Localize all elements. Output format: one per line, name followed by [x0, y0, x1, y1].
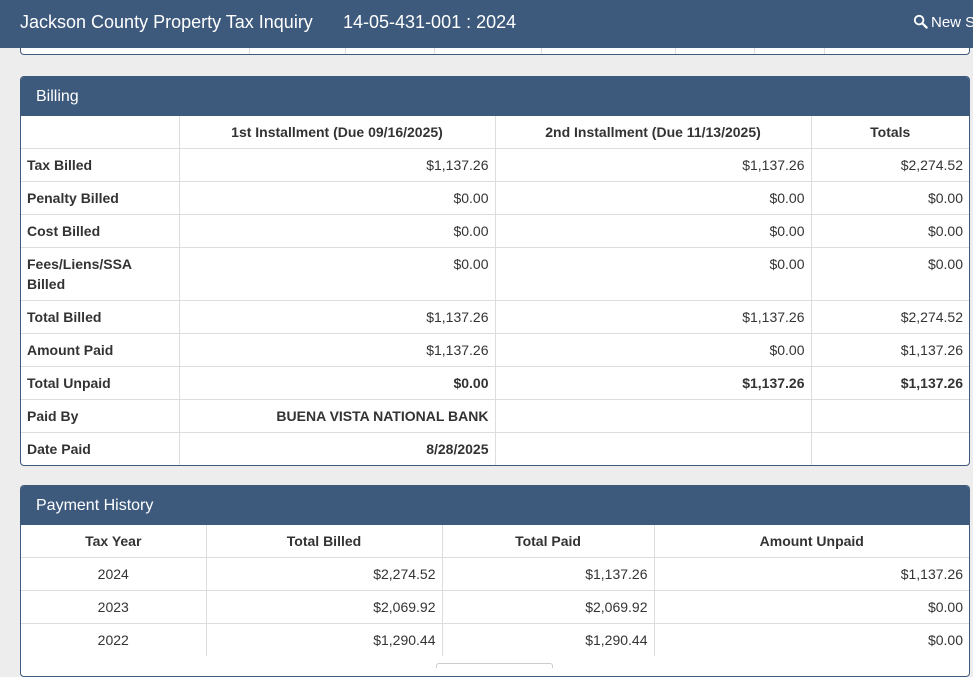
billing-heading: Billing: [21, 77, 969, 116]
table-row: Total Billed $1,137.26 $1,137.26 $2,274.…: [21, 300, 969, 334]
total-paid-cell: $1,137.26: [442, 557, 655, 591]
total-value: $0.00: [811, 247, 969, 301]
first-installment-value: $0.00: [179, 181, 496, 215]
table-row: Fees/Liens/SSA Billed $0.00 $0.00 $0.00: [21, 247, 969, 301]
table-row: Total Unpaid $0.00 $1,137.26 $1,137.26: [21, 366, 969, 400]
app-title[interactable]: Jackson County Property Tax Inquiry: [20, 12, 313, 33]
tax-year-cell: 2024: [21, 557, 207, 591]
table-row: Cost Billed $0.00 $0.00 $0.00: [21, 214, 969, 248]
col-tax-year: Tax Year: [21, 525, 207, 558]
second-installment-value: $0.00: [495, 333, 812, 367]
total-value: $0.00: [811, 214, 969, 248]
total-value: $2,274.52: [811, 300, 969, 334]
row-label: Total Unpaid: [21, 366, 180, 400]
table-row: Tax Billed $1,137.26 $1,137.26 $2,274.52: [21, 148, 969, 182]
row-label: Fees/Liens/SSA Billed: [21, 247, 180, 301]
tax-year-cell: 2022: [21, 623, 207, 656]
col-amount-unpaid: Amount Unpaid: [654, 525, 969, 558]
table-row: 2023 $2,069.92 $2,069.92 $0.00: [21, 590, 969, 624]
billing-col-second-installment: 2nd Installment (Due 11/13/2025): [495, 116, 812, 149]
first-installment-value: $0.00: [179, 214, 496, 248]
parcel-year-label: 14-05-431-001 : 2024: [343, 12, 517, 32]
row-label: Date Paid: [21, 432, 180, 465]
second-installment-value: $0.00: [495, 214, 812, 248]
first-installment-value: $0.00: [179, 366, 496, 400]
second-installment-value: $1,137.26: [495, 300, 812, 334]
new-search-link[interactable]: New S: [913, 14, 973, 31]
table-row: 2024 $2,274.52 $1,137.26 $1,137.26: [21, 557, 969, 591]
first-installment-value: $1,137.26: [179, 333, 496, 367]
billing-table: 1st Installment (Due 09/16/2025) 2nd Ins…: [21, 116, 969, 465]
row-label: Paid By: [21, 399, 180, 433]
billing-col-totals: Totals: [811, 116, 969, 149]
payment-history-header-row: Tax Year Total Billed Total Paid Amount …: [21, 525, 969, 558]
new-search-label: New S: [931, 14, 973, 31]
table-row: Date Paid 8/28/2025: [21, 432, 969, 466]
total-billed-cell: $2,069.92: [206, 590, 443, 624]
billing-col-label: [21, 116, 180, 149]
payment-history-table: Tax Year Total Billed Total Paid Amount …: [21, 525, 969, 656]
tax-year-cell: 2023: [21, 590, 207, 624]
search-icon: [913, 14, 928, 29]
col-total-billed: Total Billed: [206, 525, 443, 558]
table-row: Amount Paid $1,137.26 $0.00 $1,137.26: [21, 333, 969, 367]
billing-panel: Billing 1st Installment (Due 09/16/2025)…: [20, 76, 970, 466]
first-installment-value: $0.00: [179, 247, 496, 301]
pagination-button-edge[interactable]: [436, 663, 553, 668]
row-label: Penalty Billed: [21, 181, 180, 215]
col-total-paid: Total Paid: [442, 525, 655, 558]
amount-unpaid-cell: $1,137.26: [654, 557, 969, 591]
payment-history-panel: Payment History Tax Year Total Billed To…: [20, 485, 970, 677]
payment-history-heading: Payment History: [21, 486, 969, 525]
total-value: $0.00: [811, 181, 969, 215]
first-installment-value: $1,137.26: [179, 300, 496, 334]
total-paid-cell: $1,290.44: [442, 623, 655, 656]
second-installment-value: $1,137.26: [495, 366, 812, 400]
row-label: Amount Paid: [21, 333, 180, 367]
first-installment-value: $1,137.26: [179, 148, 496, 182]
table-row: Paid By BUENA VISTA NATIONAL BANK: [21, 399, 969, 433]
amount-unpaid-cell: $0.00: [927, 632, 963, 648]
total-value: $1,137.26: [811, 366, 969, 400]
total-value: $1,137.26: [811, 333, 969, 367]
total-billed-cell: $1,290.44: [206, 623, 443, 656]
paid-by-value: BUENA VISTA NATIONAL BANK: [179, 399, 496, 433]
second-installment-value: [495, 432, 812, 465]
amount-unpaid-cell: $0.00: [654, 590, 969, 624]
table-row: 2022 $1,290.44 $1,290.44 $0.00: [21, 623, 969, 656]
second-installment-value: $0.00: [495, 247, 812, 301]
total-paid-cell: $2,069.92: [442, 590, 655, 624]
second-installment-value: $1,137.26: [495, 148, 812, 182]
total-value: $2,274.52: [811, 148, 969, 182]
row-label: Tax Billed: [21, 148, 180, 182]
total-value: [811, 399, 969, 433]
billing-col-first-installment: 1st Installment (Due 09/16/2025): [179, 116, 496, 149]
row-label: Total Billed: [21, 300, 180, 334]
top-navbar: Jackson County Property Tax Inquiry 14-0…: [0, 0, 973, 48]
total-billed-cell: $2,274.52: [206, 557, 443, 591]
date-paid-value: 8/28/2025: [179, 432, 496, 465]
second-installment-value: $0.00: [495, 181, 812, 215]
row-label: Cost Billed: [21, 214, 180, 248]
billing-header-row: 1st Installment (Due 09/16/2025) 2nd Ins…: [21, 116, 969, 149]
second-installment-value: [495, 399, 812, 433]
total-value: [811, 433, 969, 466]
table-row: Penalty Billed $0.00 $0.00 $0.00: [21, 181, 969, 215]
